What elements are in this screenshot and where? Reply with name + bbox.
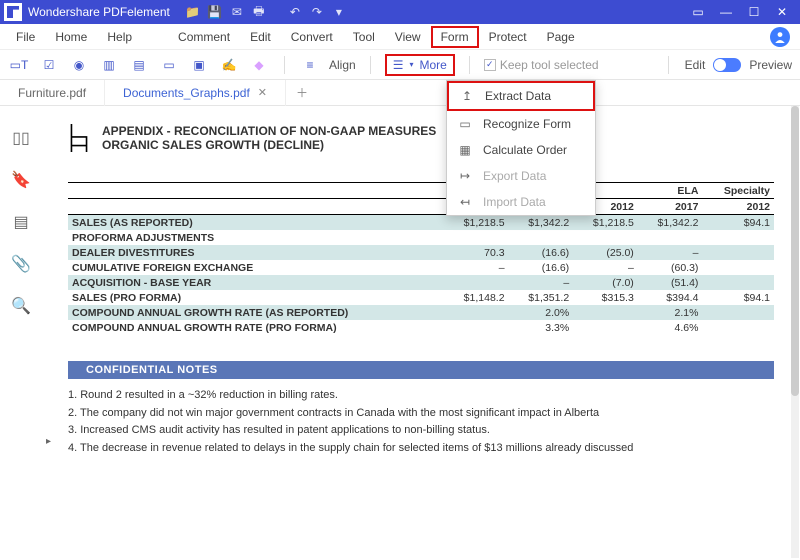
search-icon[interactable]: 🔍: [11, 296, 31, 316]
menu-bar: File Home Help Comment Edit Convert Tool…: [0, 24, 800, 50]
tab-furniture[interactable]: Furniture.pdf: [0, 80, 105, 106]
left-sidebar: ▯▯ 🔖 ▤ 📎 🔍: [0, 106, 42, 560]
dropdown-item-import-data: ↤Import Data: [447, 189, 595, 215]
dropdown-item-calculate-order[interactable]: ▦Calculate Order: [447, 137, 595, 163]
dropdown-item-export-data: ↦Export Data: [447, 163, 595, 189]
combo-icon[interactable]: ▥: [98, 54, 120, 76]
dropdown-item-icon: ↦: [457, 169, 473, 183]
save-icon[interactable]: 💾: [204, 1, 226, 23]
image-icon[interactable]: ▣: [188, 54, 210, 76]
menu-protect[interactable]: Protect: [479, 26, 537, 48]
expand-handle[interactable]: ▸: [46, 436, 51, 447]
menu-tool[interactable]: Tool: [343, 26, 385, 48]
preview-label: Preview: [749, 58, 792, 72]
user-avatar[interactable]: [770, 27, 790, 47]
align-label: Align: [329, 58, 356, 72]
mail-icon[interactable]: ✉: [226, 1, 248, 23]
help-icon[interactable]: ▭: [684, 0, 712, 24]
app-title: Wondershare PDFelement: [28, 5, 170, 19]
print-icon[interactable]: 🖶: [248, 1, 270, 23]
thumbnails-icon[interactable]: ▯▯: [11, 128, 31, 148]
note-3: 3. Increased CMS audit activity has resu…: [68, 422, 774, 440]
menu-form[interactable]: Form: [431, 26, 479, 48]
dropdown-item-icon: ↤: [457, 195, 473, 209]
dropdown-icon[interactable]: ▾: [328, 1, 350, 23]
menu-help[interactable]: Help: [97, 26, 142, 48]
title-bar: Wondershare PDFelement 📁 💾 ✉ 🖶 ↶ ↷ ▾ ▭ —…: [0, 0, 800, 24]
keep-label: Keep tool selected: [500, 58, 599, 72]
button-icon[interactable]: ▭: [158, 54, 180, 76]
edit-label: Edit: [685, 58, 706, 72]
new-tab-button[interactable]: ＋: [286, 84, 318, 101]
eraser-icon[interactable]: ◆: [248, 54, 270, 76]
keep-tool-checkbox[interactable]: ✓ Keep tool selected: [484, 58, 599, 72]
note-4: 4. The decrease in revenue related to de…: [68, 440, 774, 458]
more-button[interactable]: ☰ ▾ More: [385, 54, 455, 76]
menu-comment[interactable]: Comment: [168, 26, 240, 48]
table-row: SALES (PRO FORMA)$1,148.2$1,351.2$315.3$…: [68, 290, 774, 305]
notes-list: 1. Round 2 resulted in a ~32% reduction …: [68, 387, 774, 457]
tab-documents-graphs[interactable]: Documents_Graphs.pdf✕: [105, 80, 286, 106]
signature-icon[interactable]: ✍: [218, 54, 240, 76]
work-area: ▯▯ 🔖 ▤ 📎 🔍 ▸ APPENDIX - RECONCILIATION O…: [0, 106, 800, 560]
table-row: CUMULATIVE FOREIGN EXCHANGE–(16.6)–(60.3…: [68, 260, 774, 275]
document-page: ▸ APPENDIX - RECONCILIATION OF NON-GAAP …: [42, 106, 800, 560]
close-tab-icon[interactable]: ✕: [258, 86, 267, 99]
table-row: COMPOUND ANNUAL GROWTH RATE (AS REPORTED…: [68, 305, 774, 320]
checkbox-icon[interactable]: ☑: [38, 54, 60, 76]
radio-icon[interactable]: ◉: [68, 54, 90, 76]
minimize-button[interactable]: —: [712, 0, 740, 24]
doc-title-2: ORGANIC SALES GROWTH (DECLINE): [102, 138, 436, 152]
checkbox-icon: ✓: [484, 59, 496, 71]
undo-icon[interactable]: ↶: [284, 1, 306, 23]
financial-table: North AmericaELASpecialty 20122017201220…: [68, 182, 774, 335]
note-1: 1. Round 2 resulted in a ~32% reduction …: [68, 387, 774, 405]
redo-icon[interactable]: ↷: [306, 1, 328, 23]
edit-preview-toggle[interactable]: [713, 58, 741, 72]
notes-header: CONFIDENTIAL NOTES: [68, 361, 774, 379]
comments-icon[interactable]: ▤: [11, 212, 31, 232]
menu-file[interactable]: File: [6, 26, 45, 48]
list-icon[interactable]: ▤: [128, 54, 150, 76]
dropdown-item-icon: ↥: [459, 89, 475, 103]
menu-edit[interactable]: Edit: [240, 26, 281, 48]
menu-convert[interactable]: Convert: [281, 26, 343, 48]
open-icon[interactable]: 📁: [182, 1, 204, 23]
table-row: PROFORMA ADJUSTMENTS: [68, 230, 774, 245]
table-row: SALES (AS REPORTED)$1,218.5$1,342.2$1,21…: [68, 215, 774, 231]
chair-icon: [68, 124, 90, 152]
form-toolbar: ▭T ☑ ◉ ▥ ▤ ▭ ▣ ✍ ◆ ≡ Align ☰ ▾ More ✓ Ke…: [0, 50, 800, 80]
note-2: 2. The company did not win major governm…: [68, 405, 774, 423]
maximize-button[interactable]: ☐: [740, 0, 768, 24]
menu-page[interactable]: Page: [537, 26, 585, 48]
more-label: More: [419, 58, 446, 72]
menu-view[interactable]: View: [385, 26, 431, 48]
scrollbar-thumb[interactable]: [791, 106, 799, 396]
menu-home[interactable]: Home: [45, 26, 97, 48]
doc-title-1: APPENDIX - RECONCILIATION OF NON-GAAP ME…: [102, 124, 436, 138]
table-row: COMPOUND ANNUAL GROWTH RATE (PRO FORMA)3…: [68, 320, 774, 335]
dropdown-item-icon: ▦: [457, 143, 473, 157]
align-icon[interactable]: ≡: [299, 54, 321, 76]
vertical-scrollbar[interactable]: [791, 106, 799, 558]
dropdown-item-icon: ▭: [457, 117, 473, 131]
close-button[interactable]: ✕: [768, 0, 796, 24]
table-row: DEALER DIVESTITURES70.3(16.6)(25.0)–: [68, 245, 774, 260]
text-field-icon[interactable]: ▭T: [8, 54, 30, 76]
hamburger-icon: ☰: [393, 58, 404, 72]
attachment-icon[interactable]: 📎: [11, 254, 31, 274]
tab-bar: Furniture.pdf Documents_Graphs.pdf✕ ＋: [0, 80, 800, 106]
dropdown-item-recognize-form[interactable]: ▭Recognize Form: [447, 111, 595, 137]
table-row: ACQUISITION - BASE YEAR–(7.0)(51.4): [68, 275, 774, 290]
app-logo: [4, 3, 22, 21]
dropdown-item-extract-data[interactable]: ↥Extract Data: [447, 81, 595, 111]
more-dropdown: ↥Extract Data▭Recognize Form▦Calculate O…: [446, 80, 596, 216]
bookmark-icon[interactable]: 🔖: [11, 170, 31, 190]
